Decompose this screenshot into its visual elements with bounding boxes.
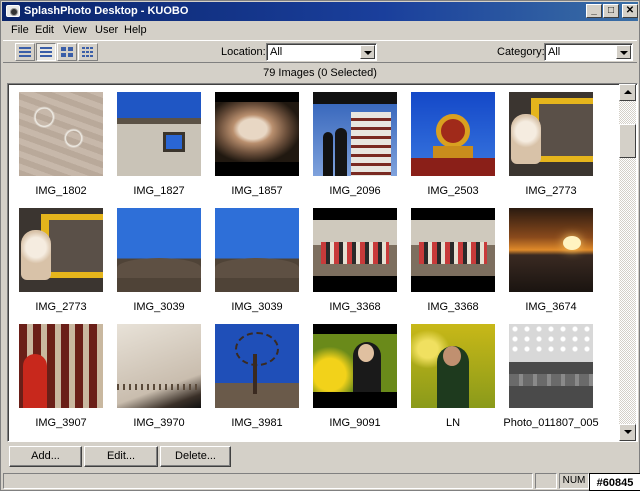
image-id-watermark: #60845 xyxy=(589,473,640,491)
menu-file[interactable]: File xyxy=(11,24,29,36)
maximize-button[interactable]: □ xyxy=(603,4,619,18)
menu-edit[interactable]: Edit xyxy=(35,24,54,36)
thumbnail-caption: IMG_3039 xyxy=(133,301,185,313)
chevron-down-icon[interactable] xyxy=(360,45,375,59)
thumbnail-caption: Photo_011807_005 xyxy=(503,417,599,429)
list-view-icon xyxy=(19,47,31,57)
title-bar[interactable]: SplashPhoto Desktop - KUOBO _ □ ✕ xyxy=(2,2,638,21)
window-title: SplashPhoto Desktop - KUOBO xyxy=(24,5,189,17)
thumbnail-caption: IMG_3368 xyxy=(329,301,381,313)
photo-thumbnail[interactable] xyxy=(19,208,103,292)
camera-app-icon[interactable] xyxy=(6,5,20,17)
thumbnail-grid: IMG_1802 IMG_1827 IMG_1857 IMG_2096 IMG_… xyxy=(10,86,620,441)
list-view-button[interactable] xyxy=(15,43,35,61)
location-label: Location: xyxy=(221,46,266,58)
photo-thumbnail[interactable] xyxy=(215,208,299,292)
photo-thumbnail[interactable] xyxy=(19,92,103,176)
photo-thumbnail[interactable] xyxy=(117,92,201,176)
scroll-thumb[interactable] xyxy=(619,124,636,158)
photo-thumbnail[interactable] xyxy=(215,92,299,176)
location-dropdown[interactable]: All xyxy=(266,43,377,61)
category-label: Category: xyxy=(497,46,545,58)
close-button[interactable]: ✕ xyxy=(622,4,638,18)
small-thumbnails-button[interactable] xyxy=(78,43,98,61)
num-lock-indicator: NUM xyxy=(559,473,589,489)
small-thumbnails-icon xyxy=(82,47,94,57)
menu-bar: File Edit View User Help xyxy=(3,22,637,39)
photo-thumbnail[interactable] xyxy=(313,208,397,292)
delete-button[interactable]: Delete... xyxy=(160,446,231,467)
photo-thumbnail[interactable] xyxy=(411,92,495,176)
scroll-up-arrow-icon[interactable] xyxy=(619,84,636,101)
scroll-down-arrow-icon[interactable] xyxy=(619,424,636,441)
status-caps-panel xyxy=(535,473,557,489)
thumbnail-caption: IMG_2503 xyxy=(427,185,479,197)
thumbnail-caption: LN xyxy=(445,417,461,429)
app-window: SplashPhoto Desktop - KUOBO _ □ ✕ File E… xyxy=(0,0,640,491)
menu-view[interactable]: View xyxy=(63,24,87,36)
thumbnail-caption: IMG_2773 xyxy=(525,185,577,197)
thumbnail-caption: IMG_3981 xyxy=(231,417,283,429)
thumbnail-caption: IMG_9091 xyxy=(329,417,381,429)
large-thumbnails-button[interactable] xyxy=(57,43,77,61)
menu-user[interactable]: User xyxy=(95,24,118,36)
photo-thumbnail[interactable] xyxy=(509,208,593,292)
menu-help[interactable]: Help xyxy=(124,24,147,36)
photo-thumbnail[interactable] xyxy=(509,324,593,408)
large-thumbnails-icon xyxy=(61,47,73,57)
category-value: All xyxy=(548,46,561,58)
photo-thumbnail[interactable] xyxy=(313,92,397,176)
edit-button[interactable]: Edit... xyxy=(84,446,158,467)
thumbnail-gallery[interactable]: IMG_1802 IMG_1827 IMG_1857 IMG_2096 IMG_… xyxy=(7,83,638,442)
thumbnail-caption: IMG_3970 xyxy=(133,417,185,429)
action-bar: Add... Edit... Delete... xyxy=(3,443,637,469)
photo-thumbnail[interactable] xyxy=(313,324,397,408)
toolbar: Location: All Category: All xyxy=(3,40,637,63)
image-count: 79 Images (0 Selected) xyxy=(263,67,377,79)
photo-thumbnail[interactable] xyxy=(509,92,593,176)
status-bar: NUM xyxy=(3,471,637,490)
details-view-icon xyxy=(40,47,52,57)
location-value: All xyxy=(270,46,283,58)
thumbnail-caption: IMG_3368 xyxy=(427,301,479,313)
minimize-button[interactable]: _ xyxy=(586,4,602,18)
photo-thumbnail[interactable] xyxy=(19,324,103,408)
thumbnail-caption: IMG_1827 xyxy=(133,185,185,197)
photo-thumbnail[interactable] xyxy=(411,208,495,292)
details-view-button[interactable] xyxy=(36,43,56,61)
chevron-down-icon[interactable] xyxy=(616,45,631,59)
photo-thumbnail[interactable] xyxy=(117,324,201,408)
thumbnail-caption: IMG_2096 xyxy=(329,185,381,197)
photo-thumbnail[interactable] xyxy=(411,324,495,408)
photo-thumbnail[interactable] xyxy=(117,208,201,292)
thumbnail-caption: IMG_3674 xyxy=(525,301,577,313)
vertical-scrollbar[interactable] xyxy=(619,84,636,441)
status-message-panel xyxy=(3,473,533,489)
thumbnail-caption: IMG_3039 xyxy=(231,301,283,313)
thumbnail-caption: IMG_1857 xyxy=(231,185,283,197)
category-dropdown[interactable]: All xyxy=(544,43,633,61)
photo-thumbnail[interactable] xyxy=(215,324,299,408)
add-button[interactable]: Add... xyxy=(9,446,82,467)
